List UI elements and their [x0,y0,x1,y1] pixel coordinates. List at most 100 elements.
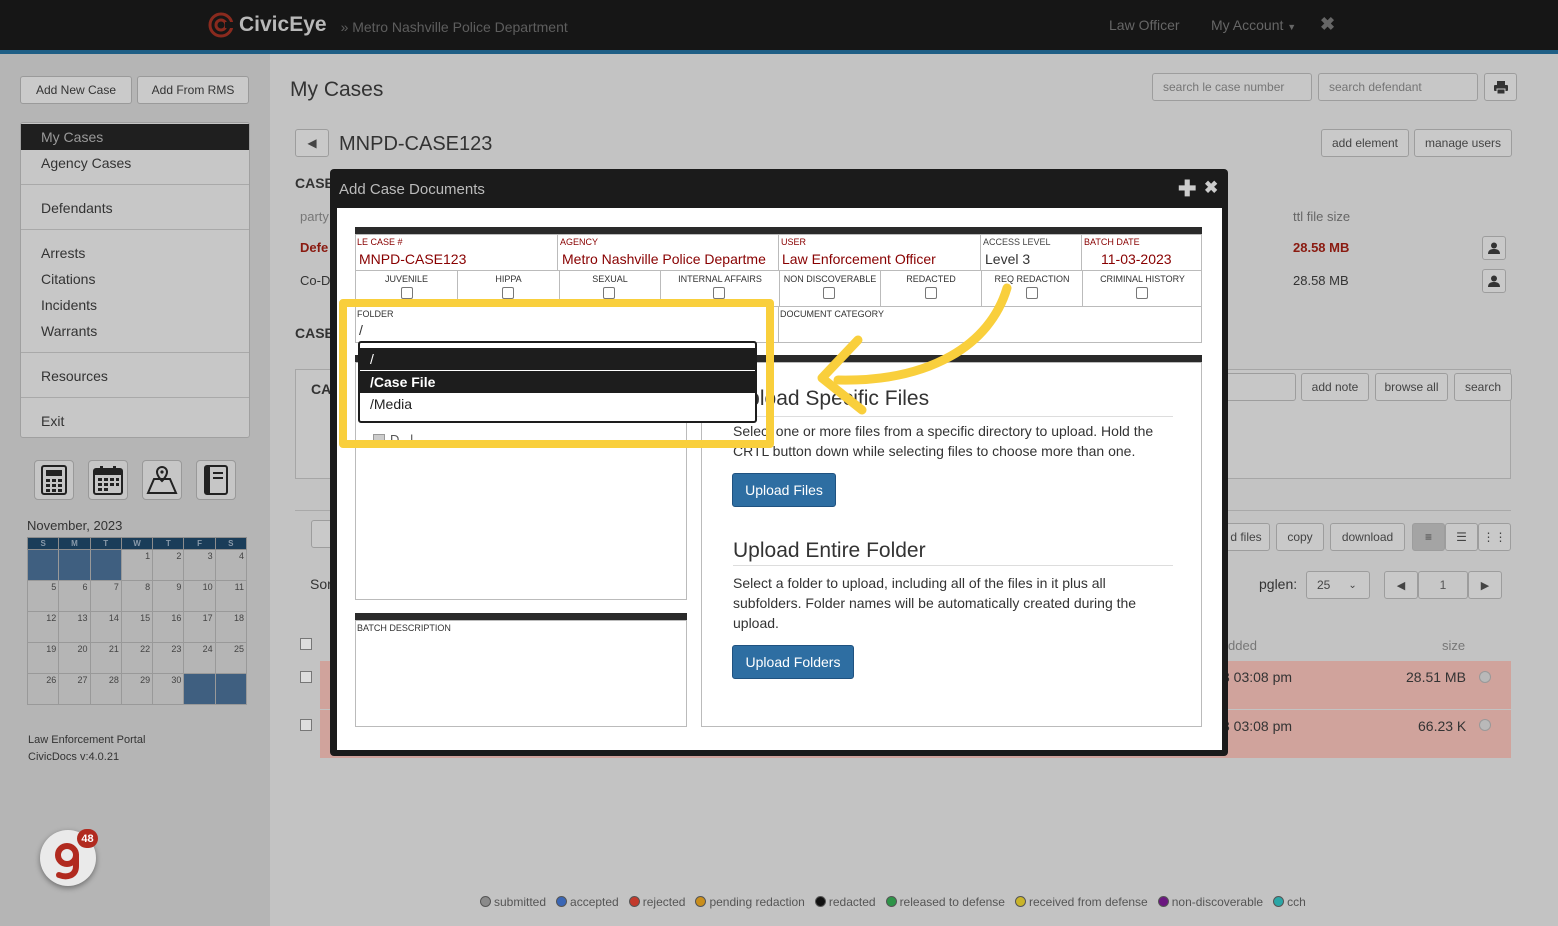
calendar-day[interactable]: 8 [120,580,154,612]
calendar-day[interactable]: 22 [120,642,154,674]
sidebar-item-warrants[interactable]: Warrants [21,318,249,344]
grid-view-icon[interactable]: ⋮⋮ [1478,523,1511,551]
calendar-day[interactable]: 20 [58,642,91,674]
calendar-day[interactable]: 16 [152,611,185,643]
download-button[interactable]: download [1330,523,1405,551]
calendar-icon[interactable] [88,460,128,500]
print-icon[interactable] [1484,73,1517,101]
calendar-day[interactable]: 19 [26,642,60,674]
calendar-day[interactable]: 11 [214,580,248,612]
nav-law-officer[interactable]: Law Officer [1109,17,1180,33]
upload-folders-button[interactable]: Upload Folders [732,645,854,679]
calendar-day[interactable]: 21 [89,642,122,674]
add-from-rms-button[interactable]: Add From RMS [137,76,249,104]
calendar-day[interactable]: 9 [152,580,185,612]
status-legend: submitted accepted rejected pending redacti… [480,895,1306,909]
row-checkbox[interactable] [300,671,312,683]
back-button[interactable]: ◀ [295,129,329,157]
le-case-label: LE CASE # [357,237,403,247]
browse-all-button[interactable]: browse all [1375,373,1448,401]
calendar-day[interactable]: 26 [26,673,60,705]
list-view-icon[interactable]: ≡ [1412,523,1445,551]
batch-date-label: BATCH DATE [1084,237,1140,247]
page-length-select[interactable]: 25 ⌄ [1306,571,1370,599]
calendar-day[interactable]: 29 [120,673,154,705]
sidebar-item-arrests[interactable]: Arrests [21,240,249,266]
select-all-checkbox[interactable] [300,638,312,650]
internal-affairs-checkbox[interactable] [713,287,725,299]
user-icon[interactable] [1482,269,1506,293]
next-page-button[interactable]: ▶ [1468,571,1502,599]
row-checkbox[interactable] [300,719,312,731]
upload-files-button[interactable]: Upload Files [732,473,836,507]
juvenile-checkbox[interactable] [401,287,413,299]
calendar-day[interactable]: 7 [89,580,122,612]
hippa-checkbox[interactable] [502,287,514,299]
sexual-checkbox[interactable] [603,287,615,299]
sidebar-item-citations[interactable]: Citations [21,266,249,292]
page-length-label: pglen: [1259,576,1298,592]
legend-label: non-discoverable [1171,895,1264,909]
calendar-day[interactable]: 10 [183,580,216,612]
note-input[interactable] [1222,373,1296,401]
mini-calendar: S M T W T F S 1 2 3 4 5 6 7 8 9 10 11 12… [26,537,248,705]
search-notes-button[interactable]: search [1454,373,1512,401]
modal-close-icon[interactable]: ✖ [1204,178,1218,198]
calendar-day[interactable]: 14 [89,611,122,643]
add-element-button[interactable]: add element [1321,129,1409,157]
folder-option-root[interactable]: / [360,348,755,370]
map-location-icon[interactable] [142,460,182,500]
close-icon[interactable]: ✖ [1320,14,1335,35]
criminal-history-checkbox[interactable] [1136,287,1148,299]
folder-dropdown-list[interactable]: / /Case File /Media [358,341,757,423]
calendar-day[interactable]: 1 [120,549,154,581]
prev-page-button[interactable]: ◀ [1384,571,1418,599]
search-case-number-input[interactable] [1152,73,1312,101]
nav-my-account[interactable]: My Account ▼ [1211,17,1296,33]
page-number-input[interactable]: 1 [1418,571,1468,599]
calendar-day[interactable]: 30 [152,673,185,705]
sidebar-item-incidents[interactable]: Incidents [21,292,249,318]
manage-users-button[interactable]: manage users [1414,129,1512,157]
calendar-day[interactable]: 13 [58,611,91,643]
calendar-day[interactable]: 15 [120,611,154,643]
calendar-day[interactable]: 25 [214,642,248,674]
sidebar-item-resources[interactable]: Resources [21,363,249,389]
add-note-button[interactable]: add note [1301,373,1369,401]
detail-view-icon[interactable]: ☰ [1445,523,1478,551]
brand-logo[interactable]: CivicEye » Metro Nashville Police Depart… [208,12,568,38]
legend-dot-icon [480,896,491,907]
co-defendant-row[interactable]: Co-D [300,273,330,288]
add-new-case-button[interactable]: Add New Case [20,76,132,104]
add-files-button[interactable]: d files [1222,523,1270,551]
calendar-day[interactable]: 28 [89,673,122,705]
sidebar-item-my-cases[interactable]: My Cases [21,124,249,150]
sidebar-item-exit[interactable]: Exit [21,408,249,434]
calendar-day[interactable]: 3 [183,549,216,581]
calculator-icon[interactable] [34,460,74,500]
legend-label: received from defense [1028,895,1148,909]
caret-down-icon: ▼ [1287,22,1297,32]
sort-label: Sor [310,576,332,592]
user-icon[interactable] [1482,236,1506,260]
batch-description-field[interactable] [355,620,687,727]
calendar-day[interactable]: 5 [26,580,60,612]
calendar-day[interactable]: 24 [183,642,216,674]
calendar-day[interactable]: 12 [26,611,60,643]
folder-option-case-file[interactable]: /Case File [360,371,755,393]
search-defendant-input[interactable] [1318,73,1478,101]
sidebar-item-defendants[interactable]: Defendants [21,195,249,221]
folder-option-media[interactable]: /Media [360,393,755,415]
calendar-day[interactable]: 27 [58,673,91,705]
copy-button[interactable]: copy [1276,523,1324,551]
calendar-day[interactable]: 18 [214,611,248,643]
sidebar-item-agency-cases[interactable]: Agency Cases [21,150,249,176]
expand-plus-icon[interactable]: ✚ [1178,176,1196,202]
calendar-day[interactable]: 23 [152,642,185,674]
calendar-day[interactable]: 17 [183,611,216,643]
calendar-day[interactable]: 6 [58,580,91,612]
defendant-row[interactable]: Defe [300,240,328,255]
calendar-day[interactable]: 4 [214,549,248,581]
calendar-day[interactable]: 2 [152,549,185,581]
notebook-icon[interactable] [196,460,236,500]
